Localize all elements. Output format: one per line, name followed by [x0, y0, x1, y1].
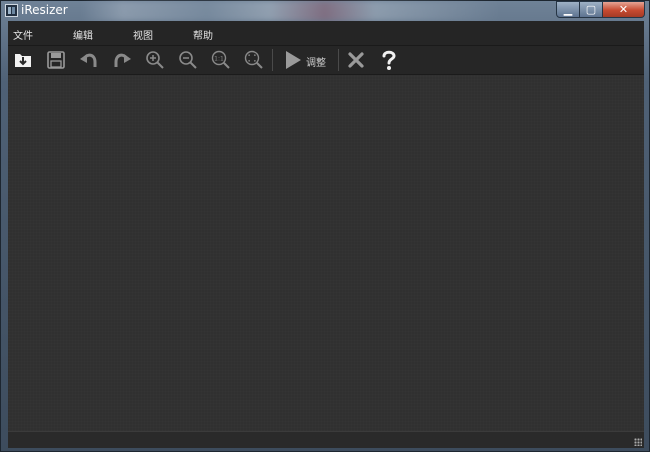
close-icon: [348, 52, 364, 68]
open-icon: [15, 54, 31, 67]
close-window-button[interactable]: ✕: [603, 1, 645, 18]
status-bar: [8, 431, 644, 448]
resize-grip-icon[interactable]: [634, 438, 642, 446]
toolbar-separator: [272, 49, 273, 71]
zoom-in-icon: [146, 51, 164, 69]
image-canvas[interactable]: [8, 75, 644, 431]
help-icon: [382, 50, 396, 70]
save-icon: [47, 51, 65, 69]
zoom-in-button[interactable]: [142, 48, 168, 72]
save-button[interactable]: [43, 48, 69, 72]
redo-button[interactable]: [109, 48, 135, 72]
menu-help[interactable]: 帮助: [193, 27, 213, 42]
cancel-button[interactable]: [343, 48, 369, 72]
menu-file[interactable]: 文件: [13, 27, 33, 42]
actual-size-text: 1:1: [214, 56, 224, 63]
menu-view[interactable]: 视图: [133, 27, 153, 42]
client-area: 文件 编辑 视图 帮助 1:1 调整: [8, 21, 644, 448]
menu-edit[interactable]: 编辑: [73, 27, 93, 42]
toolbar-separator: [338, 49, 339, 71]
adjust-button[interactable]: [280, 48, 306, 72]
actual-size-icon: 1:1: [211, 50, 230, 69]
fit-icon: [244, 50, 263, 69]
title-bar[interactable]: iResizer ▁ ▢ ✕: [1, 1, 649, 21]
toolbar: 1:1 调整: [8, 46, 644, 75]
app-icon: [5, 4, 18, 17]
zoom-out-button[interactable]: [175, 48, 201, 72]
actual-size-button[interactable]: 1:1: [208, 48, 234, 72]
help-button[interactable]: [376, 48, 402, 72]
open-button[interactable]: [10, 48, 36, 72]
redo-icon: [114, 53, 131, 67]
window-title: iResizer: [21, 3, 68, 17]
maximize-button[interactable]: ▢: [580, 1, 603, 18]
zoom-out-icon: [179, 51, 197, 69]
undo-button[interactable]: [76, 48, 102, 72]
adjust-label[interactable]: 调整: [306, 54, 326, 69]
minimize-button[interactable]: ▁: [556, 1, 580, 18]
menu-bar: 文件 编辑 视图 帮助: [8, 21, 644, 46]
play-icon: [286, 51, 301, 69]
window-controls: ▁ ▢ ✕: [556, 1, 645, 18]
app-window: iResizer ▁ ▢ ✕ 文件 编辑 视图 帮助 1:1 调整: [0, 0, 650, 452]
undo-icon: [80, 53, 97, 67]
fit-button[interactable]: [241, 48, 267, 72]
taskbar-blur: [81, 1, 501, 21]
